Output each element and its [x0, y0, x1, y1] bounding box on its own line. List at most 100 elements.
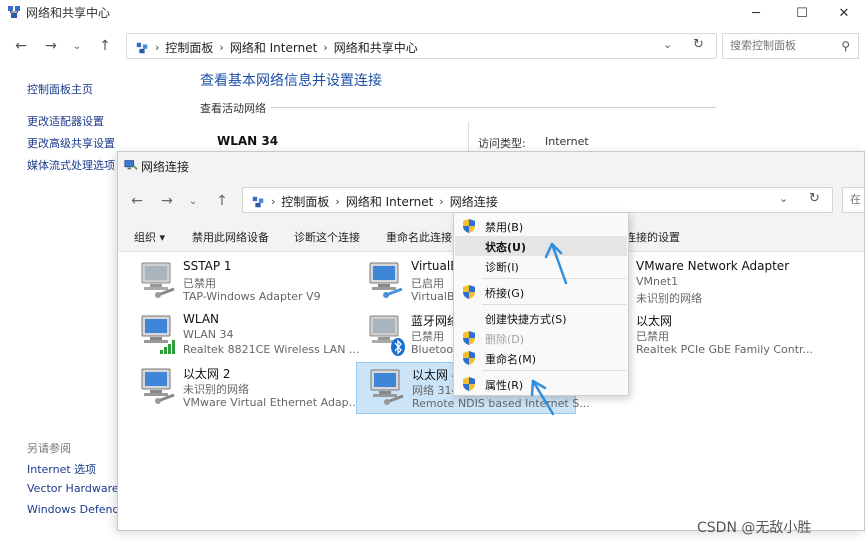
- adapter-status: 已启用: [411, 277, 444, 290]
- see-also-vector-hardware[interactable]: Vector Hardware: [27, 482, 119, 495]
- adapter-device: Realtek 8821CE Wireless LAN ...: [183, 343, 360, 356]
- adapter-name: WLAN: [183, 312, 220, 326]
- uac-shield-icon: [463, 377, 475, 391]
- address-bar[interactable]: › 控制面板 › 网络和 Internet › 网络和共享中心 ⌄ ↻: [126, 33, 717, 59]
- forward-button[interactable]: →: [156, 191, 178, 211]
- breadcrumb-sharing-center[interactable]: 网络和共享中心: [334, 39, 418, 56]
- adapter-status: 已禁用: [183, 277, 216, 290]
- chevron-right-icon: ›: [219, 41, 224, 54]
- change-settings-button[interactable]: 连接的设置: [625, 229, 680, 245]
- chevron-right-icon: ›: [439, 195, 444, 208]
- breadcrumb-control-panel[interactable]: 控制面板: [281, 193, 329, 210]
- breadcrumb-control-panel[interactable]: 控制面板: [165, 39, 213, 56]
- title-bar: 网络和共享中心 ─ ☐ ✕: [0, 0, 865, 26]
- address-bar[interactable]: › 控制面板 › 网络和 Internet › 网络连接 ⌄ ↻: [242, 187, 833, 213]
- menu-separator: [482, 370, 626, 371]
- adapter-device: 未识别的网络: [636, 292, 702, 305]
- menu-item-rename[interactable]: 重命名(M): [455, 348, 627, 368]
- adapter-item[interactable]: 以太网 2 未识别的网络 VMware Virtual Ethernet Ada…: [128, 362, 359, 414]
- control-panel-icon: [136, 42, 148, 53]
- search-icon[interactable]: ⚲: [841, 39, 850, 53]
- adapter-item[interactable]: WLAN WLAN 34 Realtek 8821CE Wireless LAN…: [128, 309, 359, 361]
- adapter-item[interactable]: SSTAP 1 已禁用 TAP-Windows Adapter V9: [128, 256, 348, 308]
- window-title: 网络和共享中心: [26, 6, 111, 20]
- menu-item-status[interactable]: 状态(U): [455, 236, 627, 256]
- recent-dropdown-button[interactable]: ⌄: [66, 36, 88, 56]
- wifi-icon: [141, 315, 175, 354]
- search-box[interactable]: [842, 187, 864, 213]
- adapter-status: 已禁用: [636, 330, 669, 343]
- adapter-status: 已禁用: [411, 330, 444, 343]
- menu-item-disable[interactable]: 禁用(B): [455, 216, 627, 236]
- minimize-button[interactable]: ─: [733, 0, 779, 26]
- menu-separator: [482, 278, 626, 279]
- adapter-status: WLAN 34: [183, 328, 234, 341]
- diagnose-button[interactable]: 诊断这个连接: [294, 229, 360, 245]
- adapter-item[interactable]: 蓝牙网络 已禁用 Bluetooth: [356, 309, 464, 361]
- context-menu: 禁用(B) 状态(U) 诊断(I) 桥接(G) 创建快捷方式(S) 删除(D) …: [453, 212, 629, 396]
- refresh-icon[interactable]: ↻: [809, 191, 820, 206]
- chevron-right-icon: ›: [271, 195, 276, 208]
- menu-item-diagnose[interactable]: 诊断(I): [455, 256, 627, 276]
- access-type-label: 访问类型:: [478, 137, 526, 150]
- control-panel-icon: [252, 196, 264, 207]
- refresh-icon[interactable]: ↻: [693, 37, 704, 52]
- search-input[interactable]: [850, 193, 864, 206]
- sidebar-sharing-settings-link[interactable]: 更改高级共享设置: [27, 135, 115, 151]
- organize-button[interactable]: 组织 ▾: [134, 229, 165, 245]
- chevron-right-icon: ›: [323, 41, 328, 54]
- network-connections-icon: [124, 160, 138, 170]
- window-title: 网络连接: [141, 160, 190, 174]
- sidebar-adapter-settings-link[interactable]: 更改适配器设置: [27, 113, 104, 129]
- ethernet-icon: [141, 368, 175, 404]
- close-button[interactable]: ✕: [821, 0, 865, 26]
- rename-button[interactable]: 重命名此连接: [386, 229, 452, 245]
- title-bar: 网络连接: [118, 152, 864, 180]
- adapter-device: Realtek PCIe GbE Family Contr...: [636, 343, 814, 356]
- breadcrumb-network-connections[interactable]: 网络连接: [450, 193, 498, 210]
- ethernet-icon: [370, 369, 404, 405]
- sidebar-media-streaming-link[interactable]: 媒体流式处理选项: [27, 157, 115, 173]
- breadcrumb-network-internet[interactable]: 网络和 Internet: [346, 193, 433, 210]
- menu-item-create-shortcut[interactable]: 创建快捷方式(S): [455, 308, 627, 328]
- see-also-windows-defender[interactable]: Windows Defende: [27, 503, 126, 516]
- adapter-name: 以太网: [636, 314, 673, 328]
- up-button[interactable]: ↑: [211, 191, 233, 211]
- chevron-down-icon[interactable]: ⌄: [779, 192, 788, 205]
- uac-shield-icon: [463, 351, 475, 365]
- up-button[interactable]: ↑: [94, 36, 116, 56]
- back-button[interactable]: ←: [126, 191, 148, 211]
- chevron-down-icon[interactable]: ⌄: [663, 38, 672, 51]
- ethernet-icon: [369, 262, 403, 298]
- active-networks-heading: 查看活动网络: [200, 102, 266, 115]
- adapter-status: 未识别的网络: [183, 383, 249, 396]
- see-also-internet-options[interactable]: Internet 选项: [27, 461, 96, 477]
- adapter-status: VMnet1: [636, 275, 679, 288]
- menu-separator: [482, 304, 626, 305]
- chevron-right-icon: ›: [335, 195, 340, 208]
- adapter-name: VMware Network Adapter: [636, 259, 790, 273]
- menu-item-delete: 删除(D): [455, 328, 627, 348]
- adapter-name: SSTAP 1: [183, 259, 232, 273]
- back-button[interactable]: ←: [10, 36, 32, 56]
- uac-shield-icon: [463, 331, 475, 345]
- bluetooth-icon: [369, 315, 405, 356]
- section-divider: [271, 107, 716, 108]
- search-input[interactable]: [730, 39, 830, 52]
- sidebar-home-link[interactable]: 控制面板主页: [27, 81, 93, 97]
- forward-button[interactable]: →: [40, 36, 62, 56]
- adapter-item[interactable]: VirtualBo 已启用 VirtualBo: [356, 256, 466, 308]
- menu-item-bridge[interactable]: 桥接(G): [455, 282, 627, 302]
- recent-dropdown-button[interactable]: ⌄: [182, 191, 204, 211]
- menu-item-properties[interactable]: 属性(R): [455, 374, 627, 394]
- maximize-button[interactable]: ☐: [779, 0, 825, 26]
- page-title: 查看基本网络信息并设置连接: [200, 73, 382, 89]
- adapter-name: 蓝牙网络: [411, 314, 460, 328]
- uac-shield-icon: [463, 219, 475, 233]
- watermark: CSDN @无敌小胜: [697, 520, 812, 536]
- breadcrumb-network-internet[interactable]: 网络和 Internet: [230, 39, 317, 56]
- ethernet-disabled-icon: [141, 262, 175, 298]
- search-box[interactable]: ⚲: [722, 33, 859, 59]
- disable-device-button[interactable]: 禁用此网络设备: [192, 229, 269, 245]
- adapter-device: TAP-Windows Adapter V9: [183, 290, 321, 303]
